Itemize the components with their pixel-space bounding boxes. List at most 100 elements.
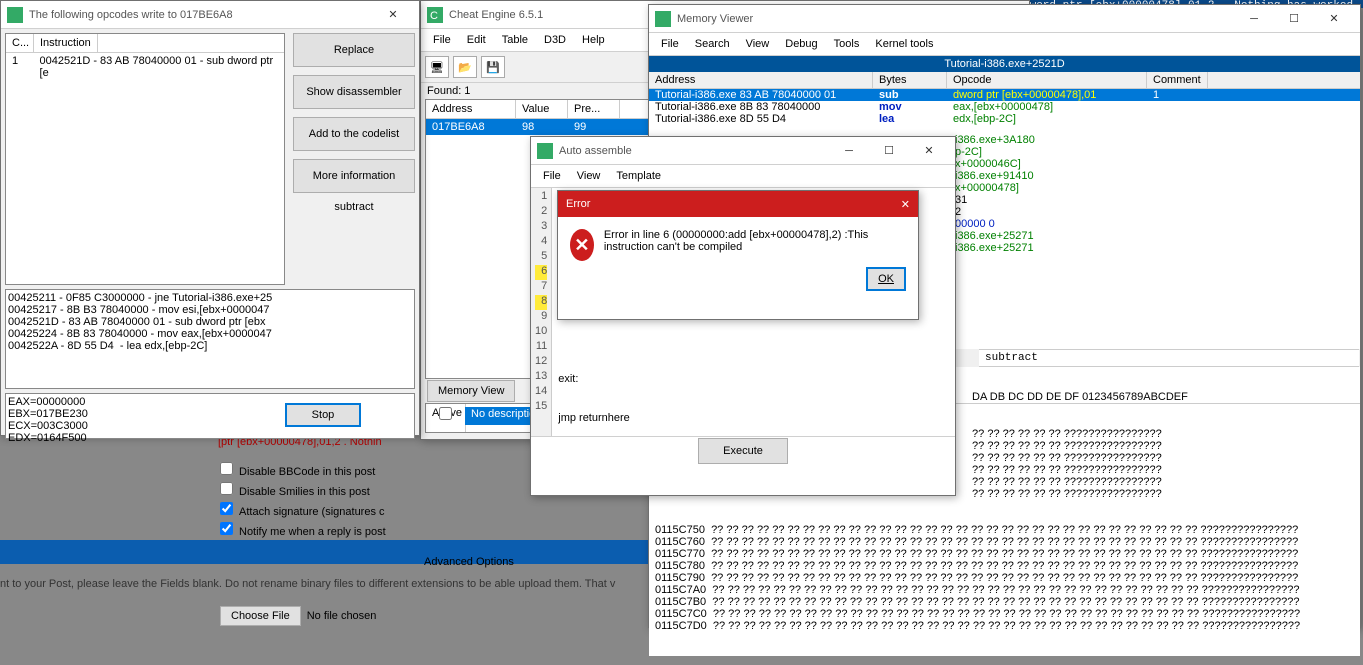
add-codelist-button[interactable]: Add to the codelist [293, 117, 415, 151]
disable-bbcode-label: Disable BBCode in this post [239, 466, 375, 478]
menu-file[interactable]: File [535, 167, 569, 185]
col-address[interactable]: Address [649, 72, 873, 88]
cell-addr: Tutorial-i386.exe 83 AB 78040000 01 [649, 89, 873, 101]
memory-view-button[interactable]: Memory View [427, 380, 515, 402]
advanced-options-label: Advanced Options [424, 556, 514, 568]
memview-title: Memory Viewer [677, 13, 1234, 25]
component-label[interactable]: subtract [979, 349, 1359, 367]
cell-arg: edx,[ebp-2C] [947, 113, 1147, 125]
close-icon[interactable]: ✕ [373, 3, 413, 27]
background-bluebar [0, 540, 648, 564]
menu-file[interactable]: File [653, 35, 687, 53]
disassembly-pane[interactable]: 00425211 - 0F85 C3000000 - jne Tutorial-… [5, 289, 415, 389]
minimize-icon[interactable]: ─ [1234, 7, 1274, 31]
maximize-icon[interactable]: ☐ [869, 139, 909, 163]
menu-help[interactable]: Help [574, 31, 613, 49]
disasm-header: Address Bytes Opcode Comment [649, 72, 1360, 89]
cell-op: sub [873, 89, 947, 101]
choose-file-button[interactable]: Choose File [220, 606, 301, 626]
error-dialog: Error ✕ ✕ Error in line 6 (00000000:add … [557, 190, 919, 320]
opcodes-window: The following opcodes write to 017BE6A8 … [0, 0, 420, 436]
error-icon: ✕ [570, 229, 594, 261]
cell-prev: 99 [568, 119, 620, 135]
frag: i386.exe+25271 [955, 242, 1035, 254]
disasm-fragments: i386.exe+3A180 p-2C] x+0000046C] i386.ex… [955, 134, 1035, 254]
more-info-button[interactable]: More information [293, 159, 415, 193]
error-title: Error [566, 198, 901, 210]
disasm-row[interactable]: Tutorial-i386.exe 8B 83 78040000 mov eax… [649, 101, 1360, 113]
minimize-icon[interactable]: ─ [829, 139, 869, 163]
menu-search[interactable]: Search [687, 35, 738, 53]
menu-table[interactable]: Table [494, 31, 536, 49]
frag: i386.exe+25271 [955, 230, 1035, 242]
menu-file[interactable]: File [425, 31, 459, 49]
svg-text:C: C [430, 10, 438, 22]
cell-op: mov [873, 101, 947, 113]
col-count[interactable]: C... [6, 34, 34, 52]
disable-bbcode-checkbox[interactable] [220, 462, 233, 475]
col-instruction[interactable]: Instruction [34, 34, 98, 52]
close-icon[interactable]: ✕ [901, 198, 910, 211]
disable-smilies-label: Disable Smilies in this post [239, 486, 370, 498]
disasm-row[interactable]: Tutorial-i386.exe 83 AB 78040000 01 sub … [649, 89, 1360, 101]
close-icon[interactable]: ✕ [1314, 7, 1354, 31]
line-gutter: 123 45 6 789 101112 131415 [531, 188, 552, 436]
background-post-options: Disable BBCode in this post Disable Smil… [220, 458, 386, 542]
frag: i386.exe+3A180 [955, 134, 1035, 146]
menu-view[interactable]: View [738, 35, 778, 53]
cell-op: lea [873, 113, 947, 125]
ce-icon: C [427, 7, 443, 23]
menu-tools[interactable]: Tools [826, 35, 868, 53]
col-comment[interactable]: Comment [1147, 72, 1208, 88]
menu-view[interactable]: View [569, 167, 609, 185]
ce-icon [537, 143, 553, 159]
col-address[interactable]: Address [426, 100, 516, 118]
frag: x+00000478] [955, 182, 1035, 194]
notify-checkbox[interactable] [220, 522, 233, 535]
active-checkbox[interactable] [439, 407, 452, 420]
maximize-icon[interactable]: ☐ [1274, 7, 1314, 31]
notify-label: Notify me when a reply is post [239, 526, 386, 538]
error-message: Error in line 6 (00000000:add [ebx+00000… [604, 229, 906, 261]
frag: 2 [955, 206, 1035, 218]
menu-edit[interactable]: Edit [459, 31, 494, 49]
open-file-icon[interactable]: 📂 [453, 56, 477, 78]
menu-kernel[interactable]: Kernel tools [867, 35, 941, 53]
no-file-label: No file chosen [307, 610, 377, 622]
cell-value: 98 [516, 119, 568, 135]
execute-button[interactable]: Execute [698, 438, 788, 464]
cell-comment: 1 [1147, 89, 1360, 101]
menu-d3d[interactable]: D3D [536, 31, 574, 49]
stop-button[interactable]: Stop [285, 403, 361, 427]
menu-template[interactable]: Template [608, 167, 669, 185]
opcode-label: subtract [293, 201, 415, 213]
col-bytes[interactable]: Bytes [873, 72, 947, 88]
open-process-icon[interactable]: 🖥 [425, 56, 449, 78]
col-prev[interactable]: Pre... [568, 100, 620, 118]
opcodes-title: The following opcodes write to 017BE6A8 [29, 9, 373, 21]
cell-arg: eax,[ebx+00000478] [947, 101, 1147, 113]
replace-button[interactable]: Replace [293, 33, 415, 67]
disasm-row[interactable]: Tutorial-i386.exe 8D 55 D4 lea edx,[ebp-… [649, 113, 1360, 125]
ce-icon [655, 11, 671, 27]
disable-smilies-checkbox[interactable] [220, 482, 233, 495]
frag: x+0000046C] [955, 158, 1035, 170]
menu-debug[interactable]: Debug [777, 35, 825, 53]
memview-caption: Tutorial-i386.exe+2521D [649, 56, 1360, 72]
cell-count: 1 [6, 53, 34, 81]
save-icon[interactable]: 💾 [481, 56, 505, 78]
opcode-list[interactable]: C... Instruction 1 0042521D - 83 AB 7804… [5, 33, 285, 285]
attach-sig-checkbox[interactable] [220, 502, 233, 515]
col-opcode[interactable]: Opcode [947, 72, 1147, 88]
frag: p-2C] [955, 146, 1035, 158]
ok-button[interactable]: OK [866, 267, 906, 291]
close-icon[interactable]: ✕ [909, 139, 949, 163]
col-value[interactable]: Value [516, 100, 568, 118]
cell-instruction: 0042521D - 83 AB 78040000 01 - sub dword… [34, 53, 284, 81]
autoa-title: Auto assemble [559, 145, 829, 157]
cell-addr: Tutorial-i386.exe 8B 83 78040000 [649, 101, 873, 113]
list-row[interactable]: 1 0042521D - 83 AB 78040000 01 - sub dwo… [6, 53, 284, 81]
frag: 31 [955, 194, 1035, 206]
autoa-menubar: File View Template [531, 165, 955, 188]
show-disassembler-button[interactable]: Show disassembler [293, 75, 415, 109]
